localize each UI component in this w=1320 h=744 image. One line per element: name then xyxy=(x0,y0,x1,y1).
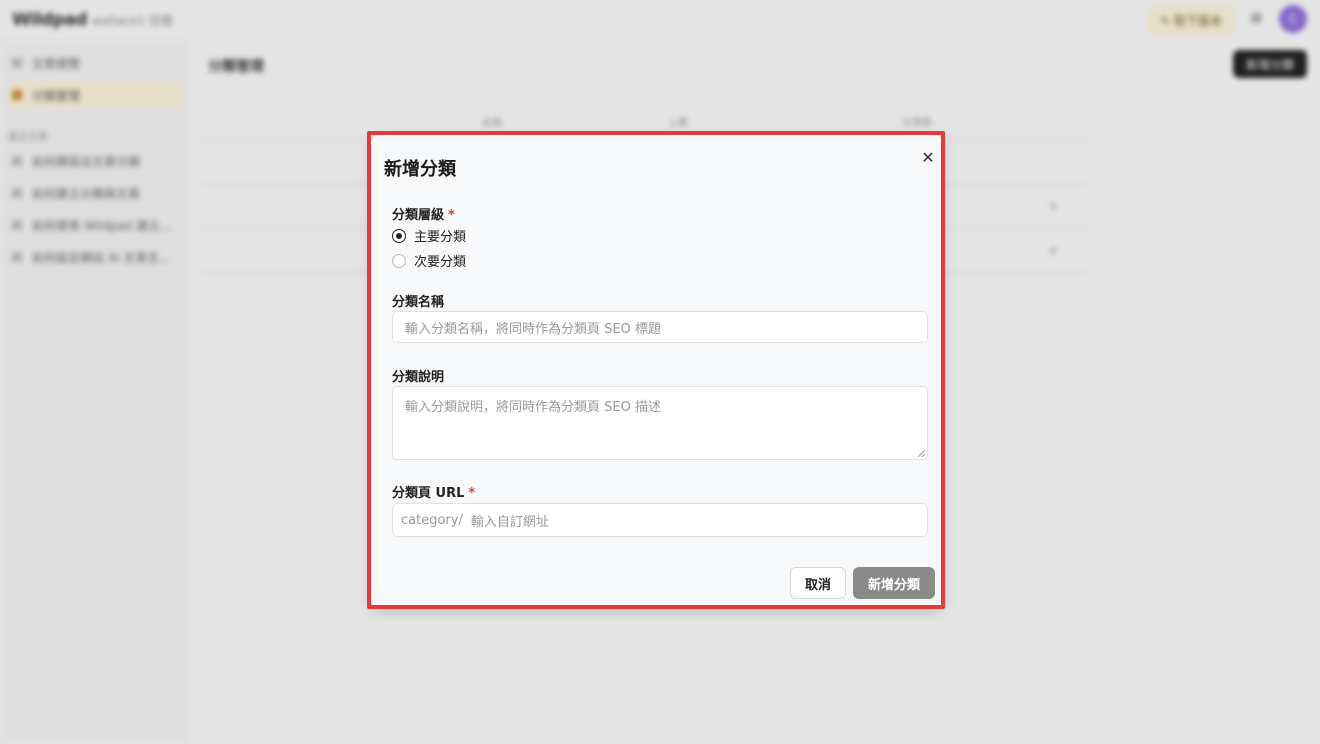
url-label-text: 分類頁 URL xyxy=(392,486,465,501)
radio-checked-icon[interactable] xyxy=(392,228,406,243)
close-icon[interactable]: ✕ xyxy=(919,149,937,167)
required-mark: * xyxy=(448,208,455,223)
submit-label: 新增分類 xyxy=(867,577,920,593)
level-label-text: 分類層級 xyxy=(392,208,445,223)
dialog-title: 新增分類 xyxy=(384,159,456,180)
radio-secondary-category[interactable]: 次要分類 xyxy=(392,251,466,270)
level-label: 分類層級 * xyxy=(392,204,455,223)
radio-unchecked-icon[interactable] xyxy=(392,253,406,268)
radio-primary-category[interactable]: 主要分類 xyxy=(392,226,466,245)
url-label: 分類頁 URL * xyxy=(392,482,475,501)
submit-add-category-button[interactable]: 新增分類 xyxy=(853,567,935,599)
cancel-button[interactable]: 取消 xyxy=(790,567,846,599)
cancel-label: 取消 xyxy=(804,577,831,593)
url-placeholder: 輸入自訂網址 xyxy=(470,514,549,530)
add-category-dialog: 新增分類 ✕ 分類層級 * 主要分類 次要分類 分類名稱 輸入分類名稱，將同時作為… xyxy=(371,135,943,607)
radio-label: 次要分類 xyxy=(414,255,467,270)
category-name-input[interactable]: 輸入分類名稱，將同時作為分類頁 SEO 標題 xyxy=(392,311,928,343)
radio-label: 主要分類 xyxy=(414,230,467,245)
required-mark: * xyxy=(468,486,476,501)
category-url-input[interactable]: category/ 輸入自訂網址 xyxy=(392,503,928,537)
category-description-textarea[interactable]: 輸入分類說明，將同時作為分類頁 SEO 描述 xyxy=(392,386,928,460)
name-label: 分類名稱 xyxy=(392,295,445,310)
category-description-placeholder: 輸入分類說明，將同時作為分類頁 SEO 描述 xyxy=(405,400,661,415)
category-name-placeholder: 輸入分類名稱，將同時作為分類頁 SEO 標題 xyxy=(405,321,661,337)
description-label: 分類說明 xyxy=(392,370,445,385)
resize-handle-icon[interactable] xyxy=(917,449,925,457)
url-prefix: category/ xyxy=(401,512,463,528)
